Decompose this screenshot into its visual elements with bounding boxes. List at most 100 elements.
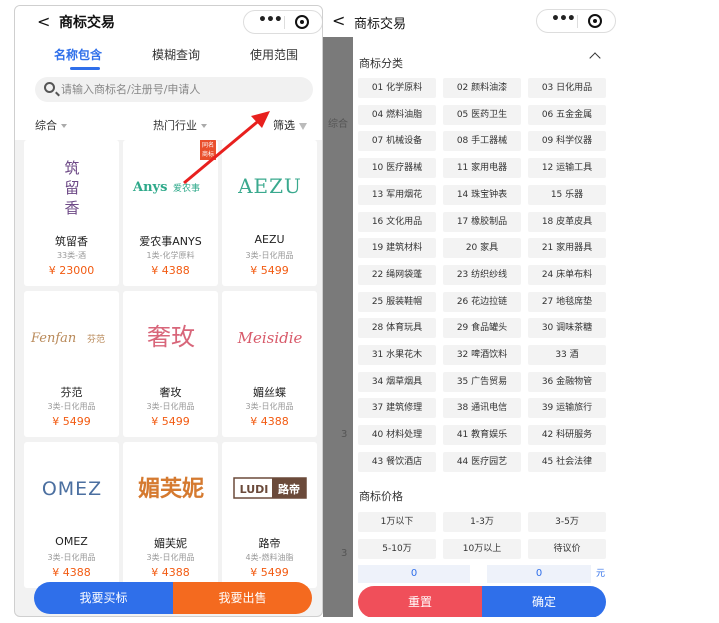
trademark-name: 筑留香 (55, 235, 88, 248)
category-chip[interactable]: 08 手工器械 (443, 131, 521, 151)
category-chip[interactable]: 31 水果花木 (358, 345, 436, 365)
category-chip[interactable]: 43 餐饮酒店 (358, 452, 436, 472)
more-icon[interactable]: ••• (258, 12, 283, 28)
price-range-chip[interactable]: 5-10万 (358, 539, 436, 559)
trademark-name: 芬范 (60, 386, 83, 399)
filter-funnel-icon (299, 122, 307, 130)
category-chip[interactable]: 24 床单布料 (528, 265, 606, 285)
trademark-card[interactable]: OMEZ OMEZ 3类-日化用品 ¥ 4388 (24, 442, 119, 588)
reset-button[interactable]: 重置 (358, 586, 482, 617)
chevron-up-icon[interactable] (589, 52, 601, 64)
category-chip[interactable]: 04 燃料油脂 (358, 105, 436, 125)
industry-label: 热门行业 (153, 119, 197, 132)
category-chip[interactable]: 11 家用电器 (443, 158, 521, 178)
confirm-button[interactable]: 确定 (482, 586, 606, 617)
screen-filter-button[interactable]: 筛选 (273, 117, 307, 133)
overlay-mask[interactable]: 综合 3 3 (323, 37, 353, 617)
search-box[interactable] (35, 77, 313, 102)
category-chip[interactable]: 07 机械设备 (358, 131, 436, 151)
category-chip[interactable]: 40 材料处理 (358, 425, 436, 445)
category-chip[interactable]: 09 科学仪器 (528, 131, 606, 151)
category-chip[interactable]: 05 医药卫生 (443, 105, 521, 125)
category-chip[interactable]: 42 科研服务 (528, 425, 606, 445)
category-chip[interactable]: 28 体育玩具 (358, 318, 436, 338)
category-chip[interactable]: 18 皮革皮具 (528, 212, 606, 232)
category-chip[interactable]: 23 纺织纱线 (443, 265, 521, 285)
category-chip[interactable]: 30 调味茶糖 (528, 318, 606, 338)
sell-trademark-button[interactable]: 我要出售 (173, 582, 312, 614)
category-chip[interactable]: 34 烟草烟具 (358, 372, 436, 392)
trademark-category: 33类-酒 (56, 251, 87, 260)
buy-trademark-button[interactable]: 我要买标 (34, 582, 173, 614)
tab-fuzzy-search[interactable]: 模糊查询 (152, 46, 200, 63)
more-icon[interactable]: ••• (551, 11, 576, 27)
category-chip[interactable]: 32 啤酒饮料 (443, 345, 521, 365)
trademark-card[interactable]: 媚芙妮 媚芙妮 3类-日化用品 ¥ 4388 (123, 442, 218, 588)
search-input[interactable] (61, 81, 301, 97)
trademark-card[interactable]: 筑 留 香 筑留香 33类-酒 ¥ 23000 (24, 140, 119, 286)
logo-text: Fenfan (30, 331, 76, 346)
category-chip[interactable]: 14 珠宝钟表 (443, 185, 521, 205)
category-chip[interactable]: 37 建筑修理 (358, 398, 436, 418)
logo-text: 路帝 (278, 482, 300, 496)
industry-dropdown[interactable]: 热门行业 (153, 117, 207, 133)
close-target-icon[interactable] (295, 15, 309, 29)
mini-program-capsule: ••• (243, 10, 322, 34)
category-chip[interactable]: 01 化学原料 (358, 78, 436, 98)
category-chip[interactable]: 22 绳网袋蓬 (358, 265, 436, 285)
trademark-card[interactable]: 奢玫 奢玫 3类-日化用品 ¥ 5499 (123, 291, 218, 437)
category-chip[interactable]: 29 食品罐头 (443, 318, 521, 338)
category-chip[interactable]: 17 橡胶制品 (443, 212, 521, 232)
price-range-chip[interactable]: 1-3万 (443, 512, 521, 532)
sort-dropdown[interactable]: 综合 (35, 117, 67, 133)
category-chip[interactable]: 25 服装鞋帽 (358, 292, 436, 312)
category-chip[interactable]: 41 教育娱乐 (443, 425, 521, 445)
trademark-card[interactable]: LUDI 路帝 路帝 4类-燃料油脂 ¥ 5499 (222, 442, 317, 588)
category-chip[interactable]: 15 乐器 (528, 185, 606, 205)
price-range-chip[interactable]: 10万以上 (443, 539, 521, 559)
price-range-chip[interactable]: 待议价 (528, 539, 606, 559)
category-chip[interactable]: 19 建筑材料 (358, 238, 436, 258)
price-section-title: 商标价格 (359, 490, 403, 503)
close-target-icon[interactable] (588, 14, 602, 28)
search-mode-tabs: 名称包含 模糊查询 使用范围 (15, 38, 322, 72)
tab-name-contains[interactable]: 名称包含 (54, 46, 102, 63)
category-chip[interactable]: 35 广告贸易 (443, 372, 521, 392)
category-chip[interactable]: 16 文化用品 (358, 212, 436, 232)
category-chip[interactable]: 45 社会法律 (528, 452, 606, 472)
title-bar: < 商标交易 ••• (323, 5, 623, 37)
logo-text: 媚芙妮 (137, 476, 203, 502)
category-chip[interactable]: 21 家用器具 (528, 238, 606, 258)
trademark-card[interactable]: 同名 商标 Anys 爱农事 爱农事ANYS 1类-化学原料 ¥ 4388 (123, 140, 218, 286)
back-icon[interactable]: < (332, 11, 345, 30)
category-chip[interactable]: 27 地毯席垫 (528, 292, 606, 312)
trademark-logo: 奢玫 (123, 297, 218, 377)
trademark-card[interactable]: Fenfan 芬范 芬范 3类-日化用品 ¥ 5499 (24, 291, 119, 437)
filter-panel: 商标分类 01 化学原料 02 颜料油漆 03 日化用品 04 燃料油脂 05 医药卫生… (353, 37, 623, 617)
category-chip[interactable]: 12 运输工具 (528, 158, 606, 178)
category-chip[interactable]: 44 医疗园艺 (443, 452, 521, 472)
category-chip[interactable]: 33 酒 (528, 345, 606, 365)
logo-text: Meisidie (236, 329, 302, 347)
category-chip[interactable]: 26 花边拉链 (443, 292, 521, 312)
price-range-chip[interactable]: 1万以下 (358, 512, 436, 532)
min-price-input[interactable]: 0 (358, 565, 470, 583)
back-icon[interactable]: < (37, 12, 50, 31)
trademark-card[interactable]: AEZU AEZU 3类-日化用品 ¥ 5499 (222, 140, 317, 286)
category-chip[interactable]: 20 家具 (443, 238, 521, 258)
category-chip[interactable]: 06 五金金属 (528, 105, 606, 125)
category-chip[interactable]: 39 运输旅行 (528, 398, 606, 418)
search-bar (15, 72, 322, 110)
category-chip[interactable]: 13 军用烟花 (358, 185, 436, 205)
category-chip[interactable]: 03 日化用品 (528, 78, 606, 98)
tab-usage-scope[interactable]: 使用范围 (250, 46, 298, 63)
category-chip[interactable]: 02 颜料油漆 (443, 78, 521, 98)
price-range-chip[interactable]: 3-5万 (528, 512, 606, 532)
logo-text: 芬范 (87, 333, 105, 345)
category-chip[interactable]: 10 医疗器械 (358, 158, 436, 178)
trademark-name: 爱农事ANYS (139, 235, 202, 248)
max-price-input[interactable]: 0 (487, 565, 591, 583)
category-chip[interactable]: 38 通讯电信 (443, 398, 521, 418)
trademark-card[interactable]: Meisidie 媚丝蝶 3类-日化用品 ¥ 4388 (222, 291, 317, 437)
category-chip[interactable]: 36 金融物管 (528, 372, 606, 392)
